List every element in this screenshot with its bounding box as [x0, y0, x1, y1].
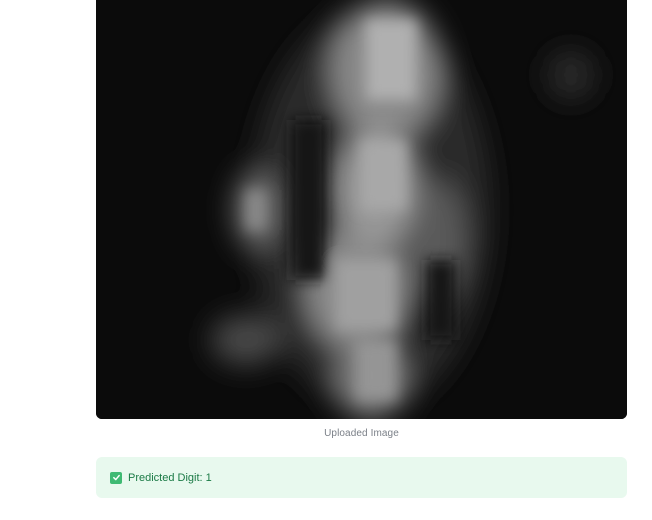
- predicted-digit-text: Predicted Digit: 1: [128, 471, 212, 484]
- uploaded-image-content: [96, 0, 627, 419]
- success-alert: Predicted Digit: 1: [96, 457, 627, 498]
- check-icon: [110, 471, 122, 484]
- uploaded-image: [96, 0, 627, 419]
- app-main: Uploaded Image Predicted Digit: 1: [0, 0, 652, 520]
- image-caption: Uploaded Image: [324, 428, 399, 439]
